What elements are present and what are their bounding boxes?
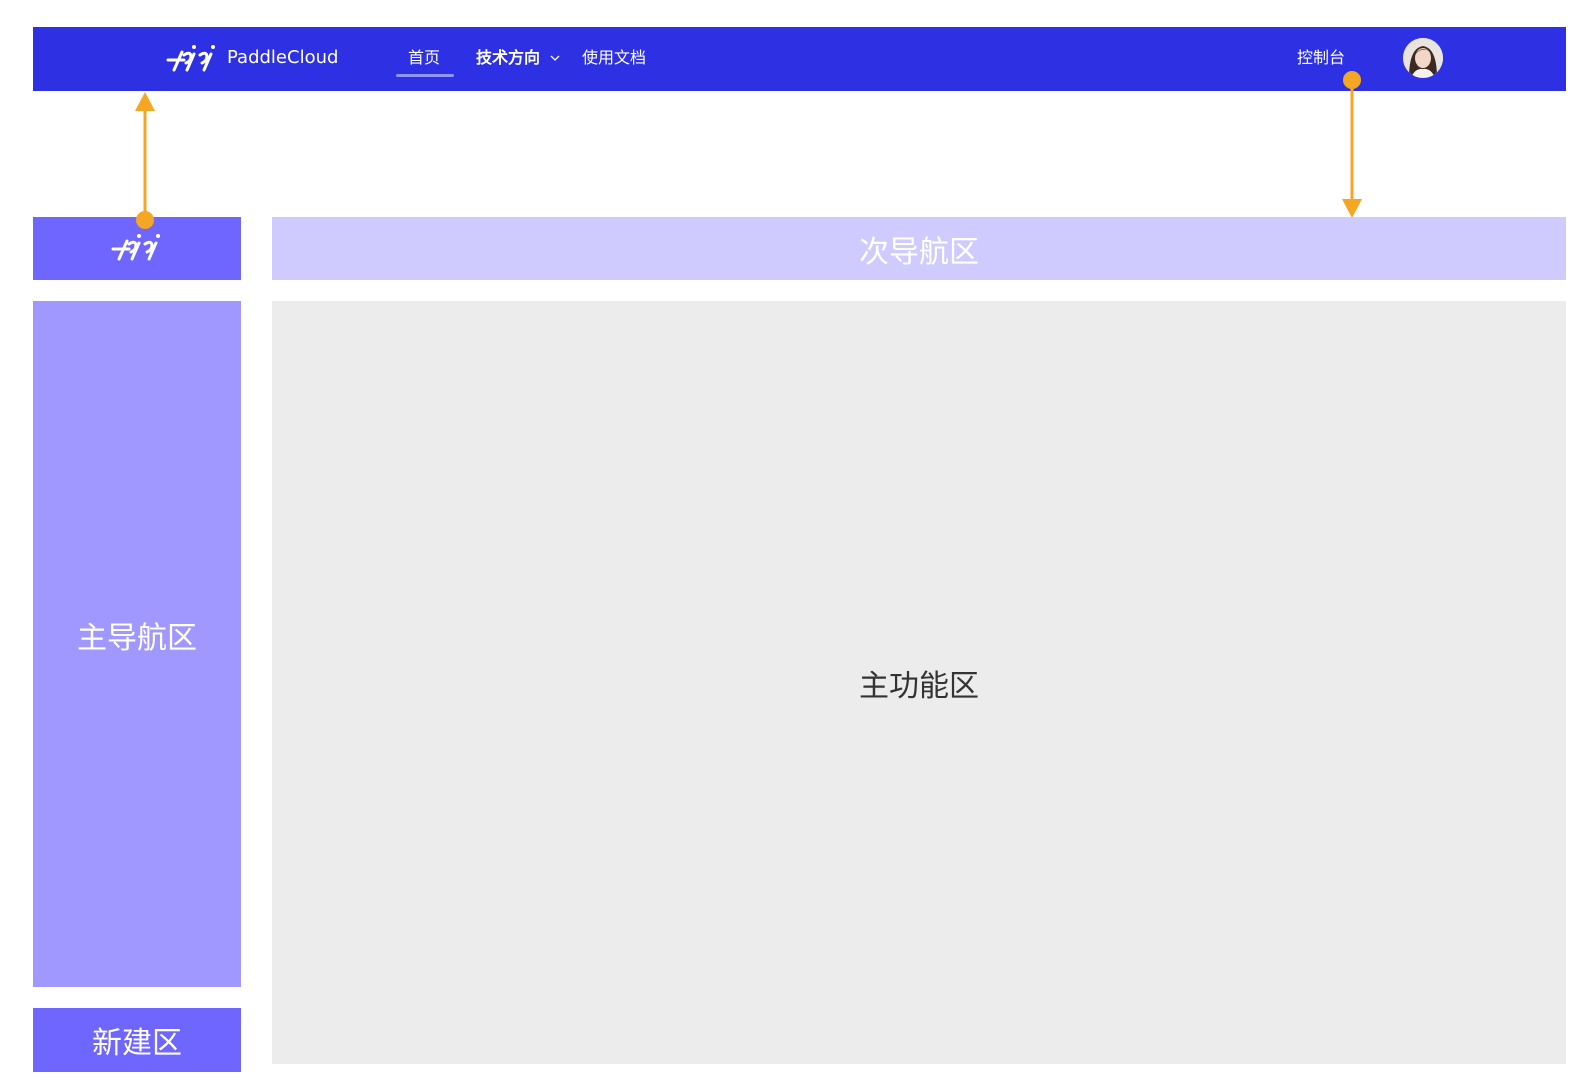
nav-home[interactable]: 首页 bbox=[408, 46, 440, 70]
main-function-region: 主功能区 bbox=[272, 301, 1566, 1064]
console-link[interactable]: 控制台 bbox=[1297, 46, 1345, 70]
subnav-mapping-arrow bbox=[1342, 71, 1362, 218]
top-navigation-bar: PaddleCloud 首页 技术方向 使用文档 控制台 bbox=[33, 27, 1566, 91]
main-nav-region: 主导航区 bbox=[33, 301, 241, 987]
paddle-logo-icon[interactable] bbox=[160, 40, 220, 78]
avatar-image bbox=[1403, 38, 1443, 78]
create-label: 新建区 bbox=[92, 1026, 182, 1061]
avatar[interactable] bbox=[1403, 38, 1443, 78]
active-tab-indicator bbox=[396, 74, 454, 77]
nav-tech-direction[interactable]: 技术方向 bbox=[476, 46, 540, 70]
logo-mapping-arrow bbox=[135, 92, 155, 229]
logo-region bbox=[33, 217, 241, 280]
main-nav-label: 主导航区 bbox=[77, 621, 197, 656]
nav-docs[interactable]: 使用文档 bbox=[582, 46, 646, 70]
create-region: 新建区 bbox=[33, 1008, 241, 1072]
main-function-label: 主功能区 bbox=[859, 668, 979, 704]
paddle-logo-icon bbox=[111, 234, 160, 261]
brand-name[interactable]: PaddleCloud bbox=[227, 45, 338, 71]
chevron-down-icon[interactable] bbox=[549, 53, 561, 63]
secondary-nav-label: 次导航区 bbox=[859, 234, 979, 270]
secondary-nav-region: 次导航区 bbox=[272, 217, 1566, 280]
